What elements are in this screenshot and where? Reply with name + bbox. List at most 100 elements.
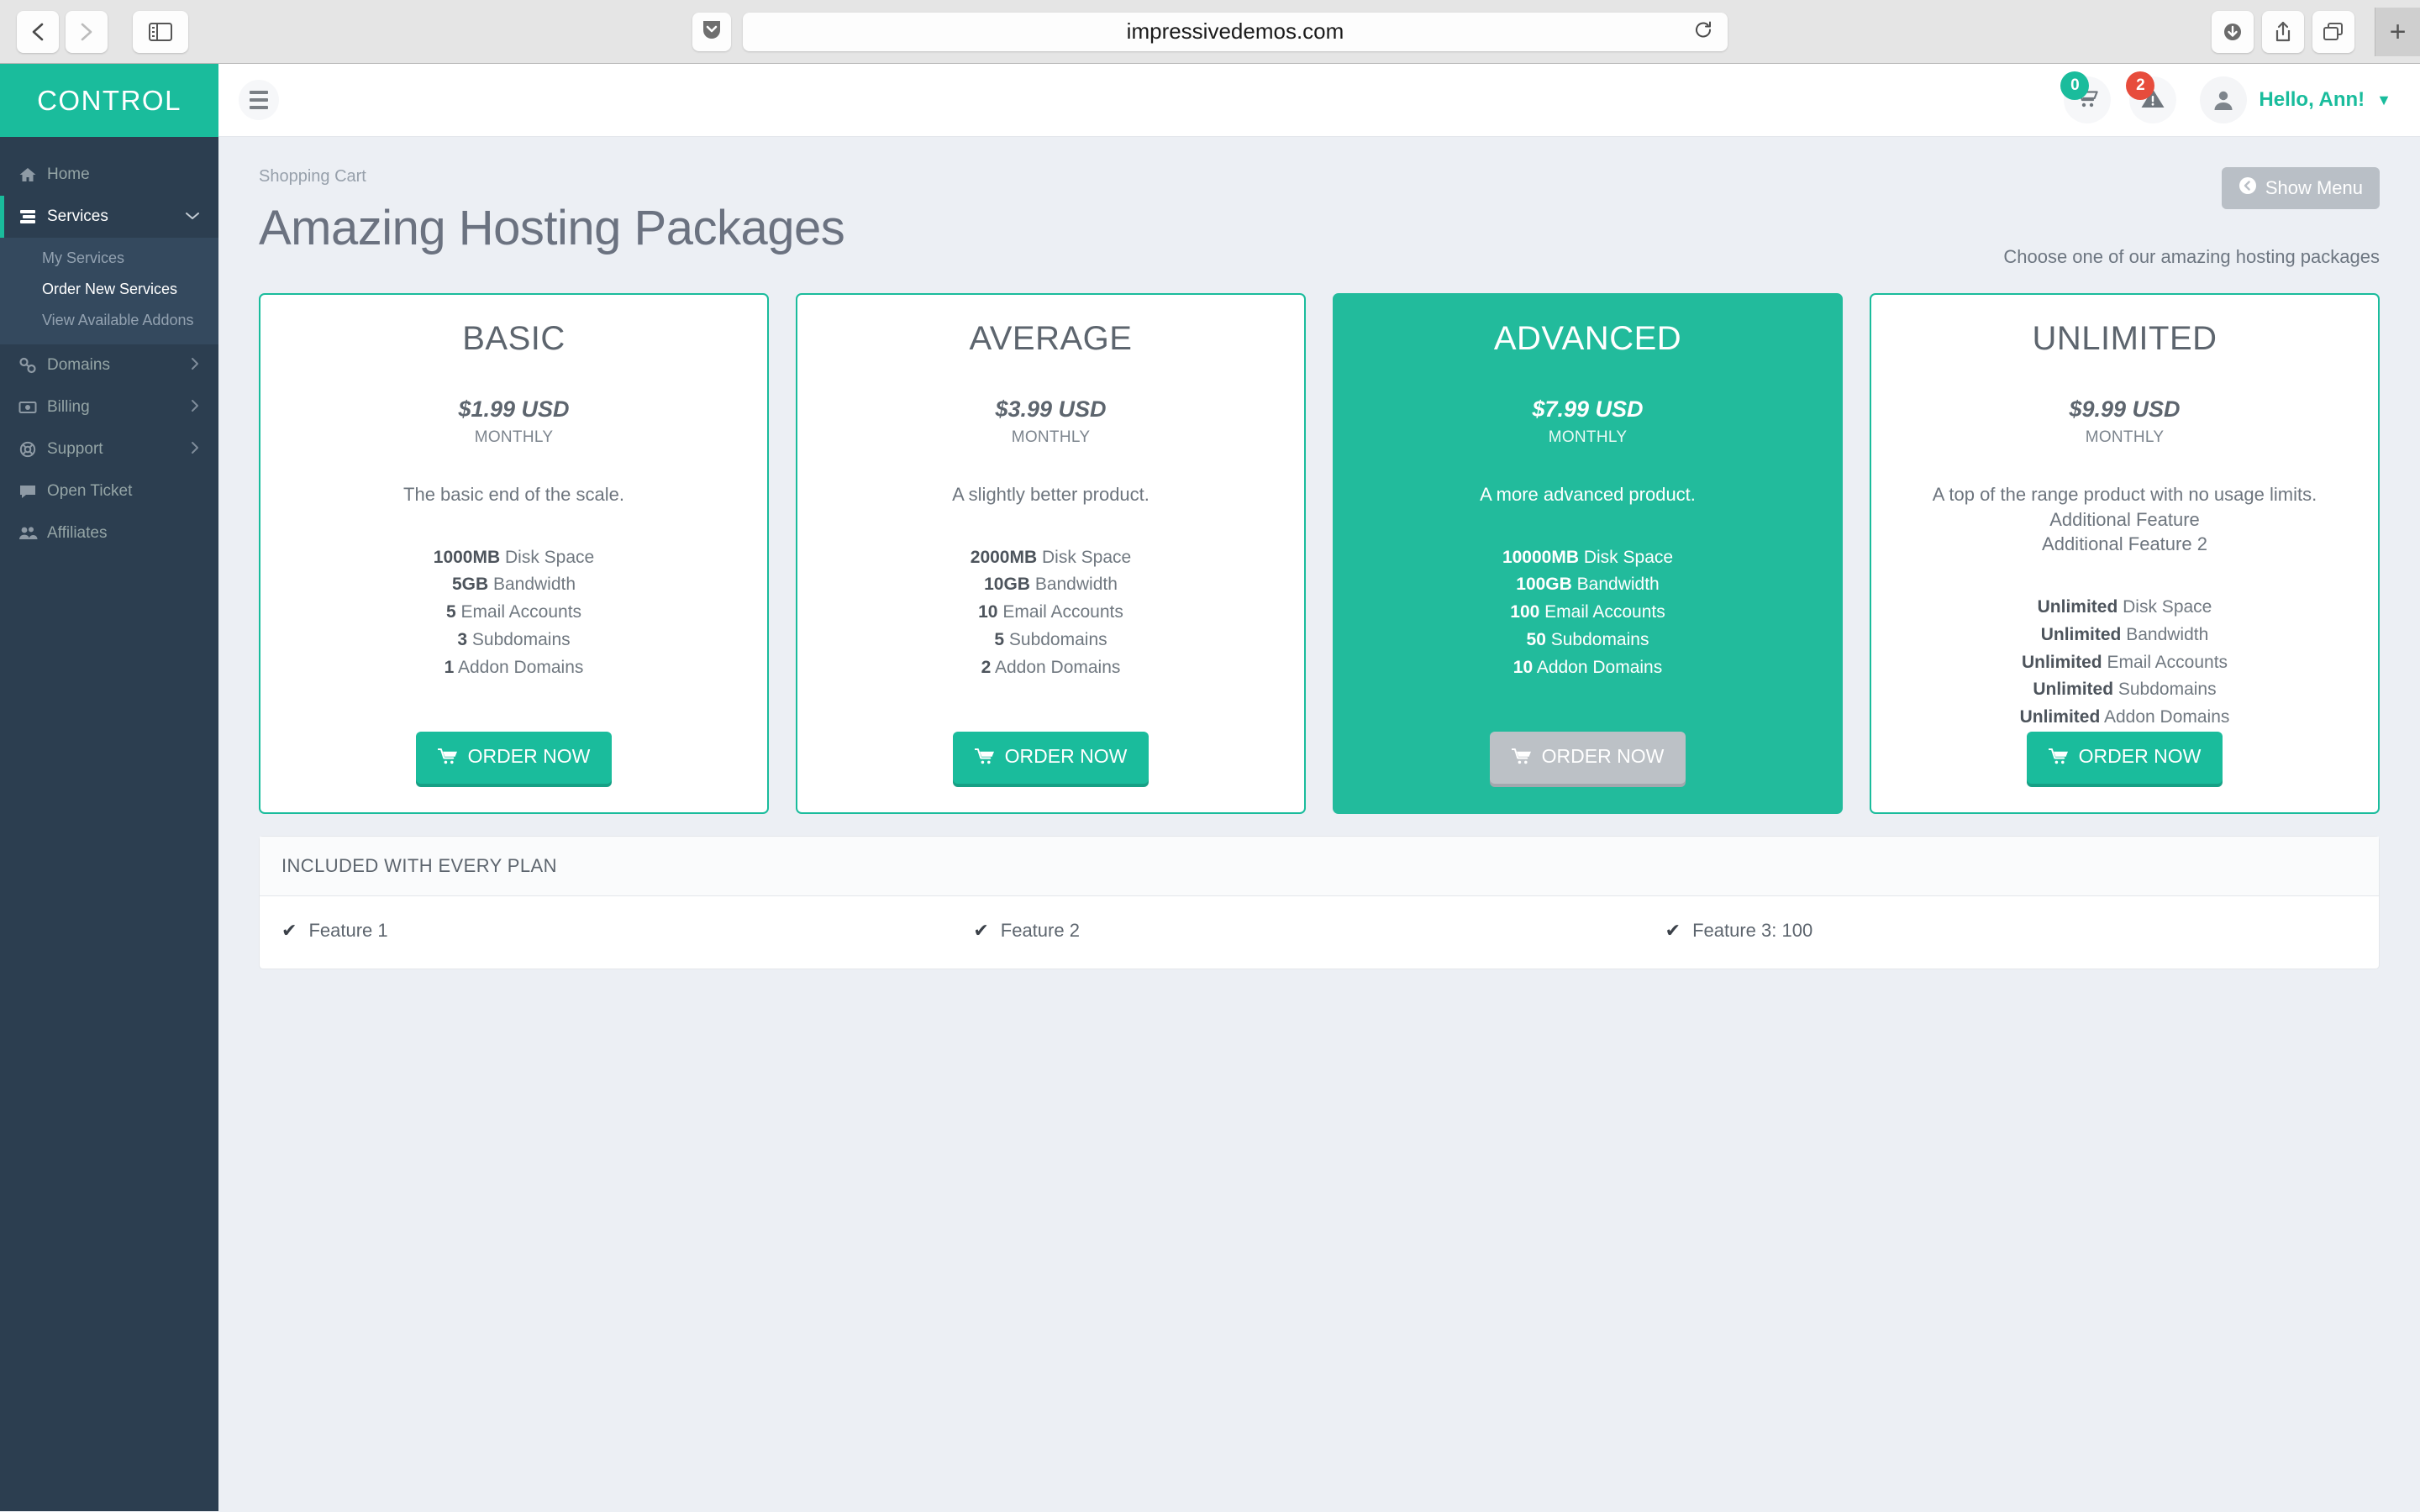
feature-label: Disk Space (1583, 547, 1674, 567)
feature-label: Disk Space (1042, 547, 1132, 567)
feature-label: Addon Domains (2103, 707, 2230, 727)
submenu-item-my-services[interactable]: My Services (0, 243, 218, 274)
submenu-item-view-available-addons[interactable]: View Available Addons (0, 305, 218, 336)
feature-line: 5 Subdomains (818, 627, 1284, 654)
feature-line: Unlimited Bandwidth (1891, 622, 2358, 649)
cart-button[interactable]: 0 (2060, 71, 2112, 123)
feature-value: 100GB (1516, 575, 1572, 595)
submenu-item-order-new-services[interactable]: Order New Services (0, 274, 218, 305)
order-now-button[interactable]: ORDER NOW (415, 731, 613, 784)
feature-line: 5 Email Accounts (281, 599, 747, 627)
feature-label: Disk Space (505, 547, 595, 567)
feature-line: 1 Addon Domains (281, 654, 747, 682)
page-header-left: Shopping Cart Amazing Hosting Packages (259, 167, 845, 256)
package-price: $7.99 USD (1532, 396, 1644, 422)
package-price: $9.99 USD (2069, 396, 2181, 422)
feature-value: Unlimited (2037, 597, 2118, 617)
order-now-label: ORDER NOW (1541, 744, 1665, 767)
package-cycle: MONTHLY (1011, 428, 1091, 446)
order-now-button[interactable]: ORDER NOW (2026, 731, 2223, 784)
feature-label: Subdomains (471, 629, 571, 649)
arrow-circle-left-icon (2238, 176, 2257, 200)
sidebar-item-label: Services (47, 207, 108, 225)
included-item-label: Feature 2 (1000, 919, 1080, 941)
feature-value: Unlimited (2019, 707, 2101, 727)
sidebar-caret-support (190, 441, 200, 459)
sidebar-caret-services (185, 208, 200, 225)
feature-line: 2000MB Disk Space (818, 544, 1284, 572)
feature-line: 50 Subdomains (1355, 627, 1821, 654)
alerts-button[interactable]: 2 (2126, 71, 2177, 123)
sidebar-item-services[interactable]: Services (0, 196, 218, 238)
menu-toggle-button[interactable] (239, 80, 279, 120)
feature-line: Unlimited Subdomains (1891, 676, 2358, 704)
shopping-cart-icon (2048, 748, 2069, 765)
sidebar-item-label: Affiliates (47, 524, 108, 542)
feature-label: Bandwidth (1034, 575, 1118, 595)
sidebar: CONTROL Home Services My Services Order … (0, 64, 218, 1511)
feature-label: Disk Space (2123, 597, 2212, 617)
page-header-right: Show Menu Choose one of our amazing host… (2003, 167, 2380, 268)
package-name: UNLIMITED (2032, 320, 2217, 357)
order-now-button[interactable]: ORDER NOW (952, 731, 1150, 784)
included-list: ✔ Feature 1 ✔ Feature 2 ✔ Feature 3: 100 (260, 896, 2379, 969)
package-name: ADVANCED (1493, 320, 1682, 357)
user-menu[interactable]: Hello, Ann! ▼ (2200, 76, 2391, 123)
brand-logo[interactable]: CONTROL (0, 64, 218, 137)
feature-label: Email Accounts (1002, 602, 1123, 622)
brand-text: CONTROL (37, 84, 182, 116)
pricing-card-unlimited: UNLIMITED $9.99 USD MONTHLY A top of the… (1870, 293, 2380, 814)
sidebar-item-billing[interactable]: Billing (0, 386, 218, 428)
server-icon (18, 208, 47, 225)
feature-value: 10 (978, 602, 998, 622)
reload-icon[interactable] (1694, 20, 1712, 43)
pricing-card-average: AVERAGE $3.99 USD MONTHLY A slightly bet… (796, 293, 1306, 814)
feature-value: 1000MB (433, 547, 501, 567)
feature-value: Unlimited (2021, 652, 2102, 672)
url-text: impressivedemos.com (1126, 18, 1344, 44)
page-subtitle: Choose one of our amazing hosting packag… (2003, 246, 2380, 267)
included-item-label: Feature 3: 100 (1692, 919, 1813, 941)
included-item: ✔ Feature 2 (973, 920, 1665, 942)
feature-label: Subdomains (2118, 680, 2217, 700)
package-features: 10000MB Disk Space 100GB Bandwidth 100 E… (1355, 544, 1821, 682)
feature-line: Unlimited Disk Space (1891, 594, 2358, 622)
sidebar-item-home[interactable]: Home (0, 154, 218, 196)
browser-chrome: impressivedemos.com + (0, 0, 2420, 64)
sidebar-item-domains[interactable]: Domains (0, 344, 218, 386)
sidebar-nav: Home Services My Services Order New Serv… (0, 137, 218, 554)
shopping-cart-icon (437, 748, 458, 765)
package-features: Unlimited Disk Space Unlimited Bandwidth… (1891, 594, 2358, 732)
home-icon (18, 166, 47, 183)
address-bar[interactable]: impressivedemos.com (743, 12, 1728, 51)
feature-line: Unlimited Addon Domains (1891, 704, 2358, 732)
package-features: 2000MB Disk Space 10GB Bandwidth 10 Emai… (818, 544, 1284, 682)
services-submenu: My Services Order New Services View Avai… (0, 238, 218, 344)
life-ring-icon (18, 441, 47, 458)
app-shell: CONTROL Home Services My Services Order … (0, 64, 2420, 1511)
feature-value: 3 (457, 629, 468, 649)
feature-label: Bandwidth (1576, 575, 1660, 595)
sidebar-item-affiliates[interactable]: Affiliates (0, 512, 218, 554)
shopping-cart-icon (974, 748, 995, 765)
topbar: 0 2 Hello, Ann! ▼ (218, 64, 2420, 137)
included-item-label: Feature 1 (308, 919, 388, 941)
feature-line: 3 Subdomains (281, 627, 747, 654)
chevron-down-icon: ▼ (2376, 91, 2391, 108)
page-title: Amazing Hosting Packages (259, 201, 845, 255)
sidebar-item-open-ticket[interactable]: Open Ticket (0, 470, 218, 512)
order-now-button[interactable]: ORDER NOW (1489, 731, 1686, 784)
package-cycle: MONTHLY (474, 428, 554, 446)
submenu-label: My Services (42, 249, 125, 266)
pocket-button[interactable] (692, 12, 731, 51)
feature-value: 2000MB (970, 547, 1038, 567)
url-row: impressivedemos.com (0, 12, 2420, 51)
included-heading: INCLUDED WITH EVERY PLAN (260, 836, 2379, 896)
pocket-icon (702, 18, 722, 45)
package-price: $3.99 USD (995, 396, 1107, 422)
sidebar-item-label: Billing (47, 398, 90, 416)
show-menu-button[interactable]: Show Menu (2221, 167, 2380, 209)
feature-line: 10GB Bandwidth (818, 571, 1284, 599)
sidebar-item-support[interactable]: Support (0, 428, 218, 470)
package-features: 1000MB Disk Space 5GB Bandwidth 5 Email … (281, 544, 747, 682)
